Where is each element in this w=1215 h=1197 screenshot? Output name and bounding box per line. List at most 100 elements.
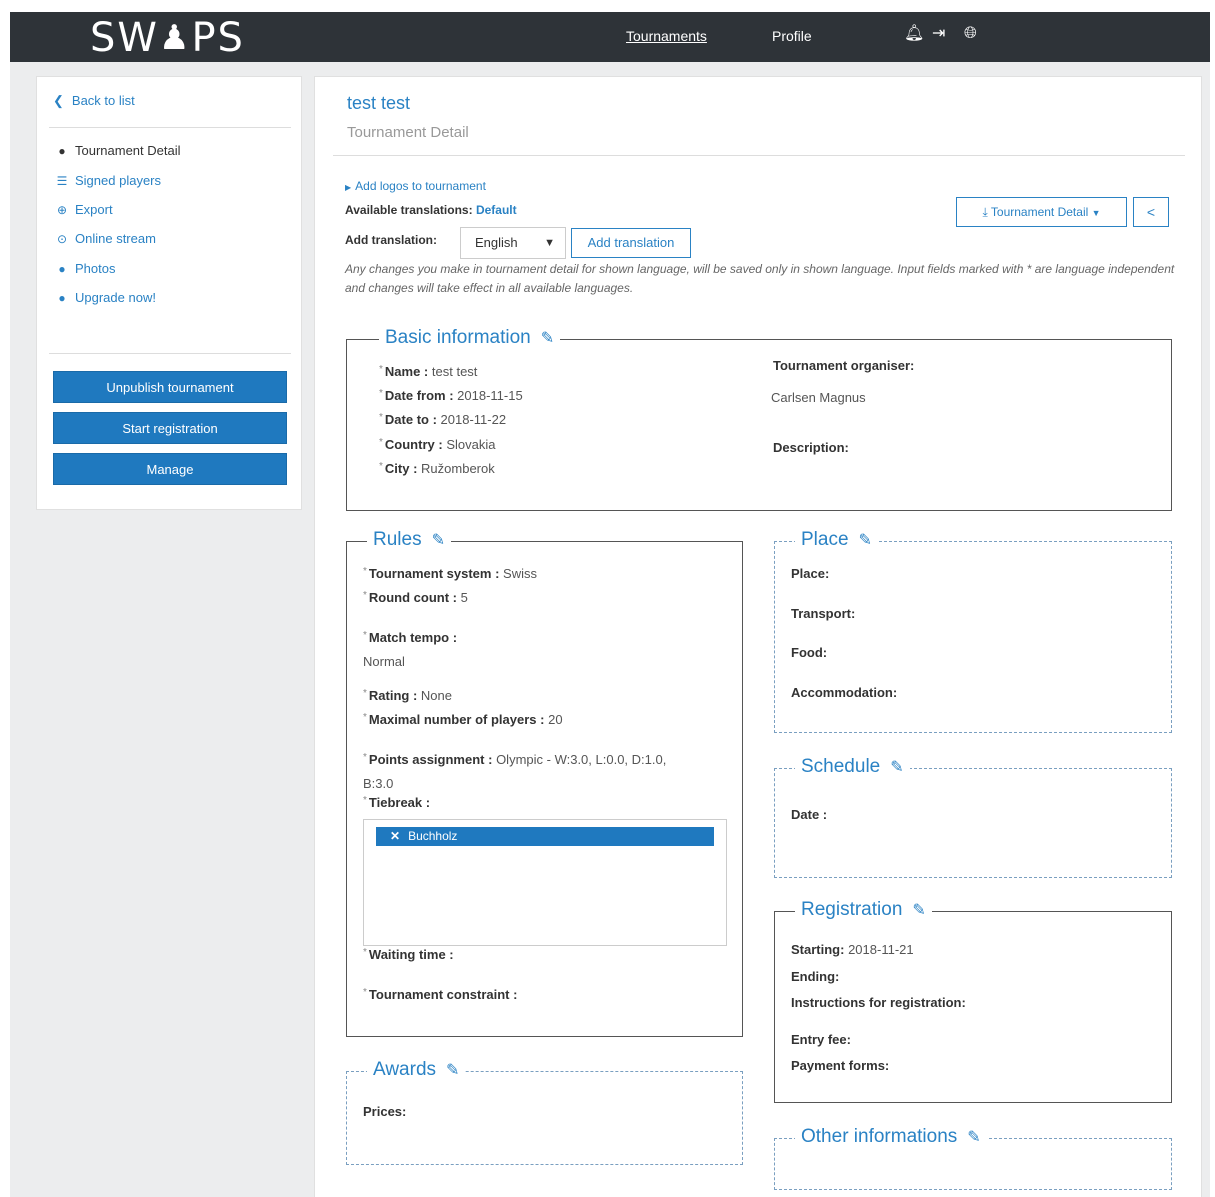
date-from-label: Date from : bbox=[384, 388, 454, 403]
tiebreak-tag-label: Buchholz bbox=[408, 829, 458, 843]
add-translation-button[interactable]: Add translation bbox=[571, 228, 691, 258]
name-field: * Name : test test bbox=[379, 364, 477, 379]
rules-legend: Rules ✎ bbox=[367, 528, 451, 553]
pencil-icon[interactable]: ✎ bbox=[967, 1126, 980, 1150]
tournament-system-value: Swiss bbox=[503, 566, 537, 581]
date-from-field: * Date from : 2018-11-15 bbox=[379, 388, 523, 403]
play-circle-icon: ⊙ bbox=[56, 232, 68, 246]
date-from-value: 2018-11-15 bbox=[457, 388, 523, 403]
sidebar-item-upgrade[interactable]: ● Upgrade now! bbox=[53, 290, 156, 305]
pencil-icon[interactable]: ✎ bbox=[446, 1059, 459, 1083]
chevron-left-icon: ❮ bbox=[53, 93, 64, 108]
language-select[interactable]: English ▼ bbox=[460, 227, 566, 259]
required-marker: * bbox=[363, 566, 367, 577]
entry-fee-label: Entry fee: bbox=[791, 1032, 851, 1047]
logo[interactable]: SW♟PS bbox=[90, 14, 245, 62]
registration-starting-label: Starting: bbox=[791, 942, 845, 957]
place-field: Place: bbox=[791, 566, 829, 581]
schedule-legend: Schedule ✎ bbox=[795, 755, 910, 780]
pencil-icon[interactable]: ✎ bbox=[541, 327, 554, 351]
place-label: Place: bbox=[791, 566, 830, 581]
sidebar-item-online-stream[interactable]: ⊙ Online stream bbox=[53, 231, 156, 246]
sidebar-item-label: Online stream bbox=[75, 231, 156, 246]
available-translations: Available translations: Default bbox=[345, 203, 517, 217]
top-navbar: SW♟PS Tournaments Profile 🔔︎ ⇥ 🌐︎ bbox=[10, 12, 1210, 62]
food-field: Food: bbox=[791, 645, 827, 660]
tiebreak-label: Tiebreak : bbox=[368, 795, 431, 810]
country-value: Slovakia bbox=[446, 437, 496, 452]
required-marker: * bbox=[363, 752, 367, 763]
caret-down-icon: ▼ bbox=[1091, 208, 1101, 218]
sidebar-item-signed-players[interactable]: ☰ Signed players bbox=[53, 173, 161, 188]
date-to-value: 2018-11-22 bbox=[440, 412, 507, 427]
payment-forms-field: Payment forms: bbox=[791, 1058, 889, 1073]
page-subtitle: Tournament Detail bbox=[347, 124, 469, 141]
globe-icon[interactable]: 🌐︎ bbox=[964, 25, 977, 43]
nav-tournaments[interactable]: Tournaments bbox=[626, 28, 707, 44]
awards-title: Awards bbox=[373, 1059, 437, 1080]
date-to-label: Date to : bbox=[384, 412, 437, 427]
points-assignment-value-2: B:3.0 bbox=[363, 776, 393, 791]
required-marker: * bbox=[363, 947, 367, 958]
required-marker: * bbox=[379, 437, 383, 448]
download-icon: ⤓ bbox=[982, 205, 988, 219]
language-select-value: English bbox=[475, 235, 518, 250]
translation-default-link[interactable]: Default bbox=[476, 203, 517, 217]
tiebreak-field: * Tiebreak : bbox=[363, 795, 430, 810]
sidebar-item-label: Tournament Detail bbox=[75, 143, 181, 158]
tournament-constraint-field: * Tournament constraint : bbox=[363, 987, 517, 1002]
description-label: Description: bbox=[773, 440, 849, 455]
sidebar-item-label: Photos bbox=[75, 261, 116, 276]
organiser-field: Tournament organiser: bbox=[773, 358, 914, 373]
pencil-icon[interactable]: ✎ bbox=[890, 756, 903, 780]
sidebar-item-export[interactable]: ⊕ Export bbox=[53, 202, 113, 217]
add-logos-link[interactable]: ▶ Add logos to tournament bbox=[345, 179, 486, 193]
pencil-icon[interactable]: ✎ bbox=[859, 529, 872, 553]
camera-icon: ● bbox=[58, 262, 66, 276]
prices-label: Prices: bbox=[363, 1104, 407, 1119]
bell-icon[interactable]: 🔔︎ bbox=[904, 25, 924, 43]
description-field: Description: bbox=[773, 440, 849, 455]
divider bbox=[49, 353, 291, 354]
registration-section: Registration ✎ Starting: 2018-11-21 Endin… bbox=[774, 898, 1172, 1103]
rating-field: * Rating : None bbox=[363, 688, 452, 703]
max-players-label: Maximal number of players : bbox=[368, 712, 545, 727]
country-field: * Country : Slovakia bbox=[379, 437, 495, 452]
schedule-title: Schedule bbox=[801, 756, 881, 777]
required-marker: * bbox=[379, 364, 383, 375]
required-marker: * bbox=[363, 688, 367, 699]
back-to-list-label: Back to list bbox=[71, 93, 135, 108]
city-value: Ružomberok bbox=[421, 461, 495, 476]
tournament-system-field: * Tournament system : Swiss bbox=[363, 566, 537, 581]
sidebar-item-tournament-detail[interactable]: ● Tournament Detail bbox=[53, 143, 181, 158]
close-icon[interactable]: ✕ bbox=[390, 829, 400, 843]
tiebreak-select[interactable]: ✕ Buchholz bbox=[363, 819, 727, 946]
points-assignment-value: Olympic - W:3.0, L:0.0, D:1.0, bbox=[496, 752, 667, 767]
logo-text-left: SW bbox=[90, 15, 159, 61]
registration-legend: Registration ✎ bbox=[795, 898, 932, 923]
start-registration-button[interactable]: Start registration bbox=[53, 412, 287, 444]
round-count-label: Round count : bbox=[368, 590, 457, 605]
round-count-value: 5 bbox=[460, 590, 468, 605]
tournament-detail-dropdown[interactable]: ⤓ Tournament Detail ▼ bbox=[956, 197, 1127, 227]
organiser-label: Tournament organiser: bbox=[773, 358, 915, 373]
city-field: * City : Ružomberok bbox=[379, 461, 495, 476]
sidebar: ❮ Back to list ● Tournament Detail ☰ Signed… bbox=[36, 76, 302, 510]
share-button[interactable]: < bbox=[1133, 197, 1169, 227]
sign-out-icon[interactable]: ⇥ bbox=[932, 25, 945, 43]
organiser-value-text: Carlsen Magnus bbox=[771, 390, 866, 405]
match-tempo-label: Match tempo : bbox=[368, 630, 458, 645]
pencil-icon[interactable]: ✎ bbox=[912, 899, 925, 923]
required-marker: * bbox=[363, 712, 367, 723]
manage-button[interactable]: Manage bbox=[53, 453, 287, 485]
unpublish-tournament-button[interactable]: Unpublish tournament bbox=[53, 371, 287, 403]
back-to-list-link[interactable]: ❮ Back to list bbox=[53, 93, 135, 109]
nav-profile[interactable]: Profile bbox=[772, 28, 812, 44]
awards-legend: Awards ✎ bbox=[367, 1058, 466, 1083]
pencil-icon[interactable]: ✎ bbox=[432, 529, 445, 553]
points-assignment-field: * Points assignment : Olympic - W:3.0, L:… bbox=[363, 752, 666, 767]
tiebreak-tag: ✕ Buchholz bbox=[376, 827, 714, 846]
sidebar-item-photos[interactable]: ● Photos bbox=[53, 261, 115, 276]
required-marker: * bbox=[379, 461, 383, 472]
other-informations-title: Other informations bbox=[801, 1126, 958, 1147]
